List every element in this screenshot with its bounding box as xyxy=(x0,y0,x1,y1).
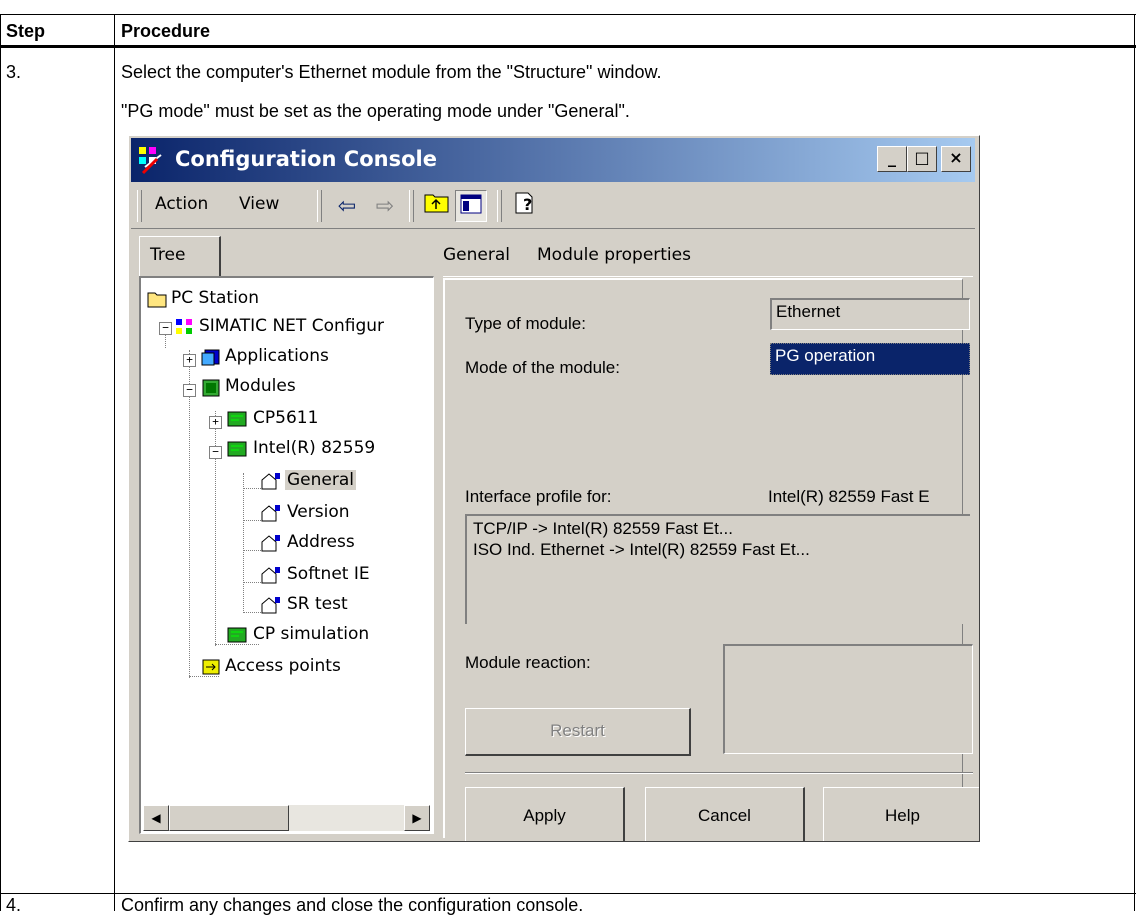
column-divider xyxy=(114,14,115,911)
step-3-instruction-1: Select the computer's Ethernet module fr… xyxy=(121,62,662,82)
separator xyxy=(465,772,973,774)
apply-button[interactable]: Apply xyxy=(465,787,625,841)
collapse-toggle[interactable]: − xyxy=(183,384,196,397)
tree-item-version[interactable]: Version xyxy=(287,502,350,522)
step-3-instruction-2: "PG mode" must be set as the operating m… xyxy=(121,101,630,121)
properties-icon xyxy=(261,597,280,614)
up-folder-icon[interactable] xyxy=(421,190,453,222)
tree-item-sr-test[interactable]: SR test xyxy=(287,594,348,614)
reaction-label: Module reaction: xyxy=(465,653,591,672)
mode-select[interactable]: PG operation xyxy=(770,343,970,375)
tree-line xyxy=(243,473,244,613)
configuration-console-window: Configuration Console _ □ × Action View … xyxy=(128,135,980,842)
type-label: Type of module: xyxy=(465,314,586,333)
reaction-box xyxy=(723,644,973,754)
interface-value: Intel(R) 82559 Fast E xyxy=(768,487,930,506)
tree-item-general[interactable]: General xyxy=(285,470,356,490)
tree-item-pc-station[interactable]: PC Station xyxy=(171,288,259,308)
tree-line xyxy=(243,582,263,583)
modules-icon xyxy=(202,379,220,397)
tree-item-applications[interactable]: Applications xyxy=(225,346,329,366)
toolbar-grip[interactable] xyxy=(137,190,142,222)
svg-text:?: ? xyxy=(523,195,532,214)
tree-view: PC Station − SIMATIC NET Configur + Appl… xyxy=(139,276,434,834)
back-arrow-icon[interactable]: ⇦ xyxy=(331,190,363,222)
close-button[interactable]: × xyxy=(941,146,971,172)
properties-icon xyxy=(261,535,280,552)
mode-label: Mode of the module: xyxy=(465,358,620,377)
tree-line xyxy=(189,350,190,678)
header-procedure: Procedure xyxy=(121,21,211,41)
help-icon[interactable]: ? xyxy=(509,190,541,222)
tree-item-softnet-ie[interactable]: Softnet IE xyxy=(287,564,370,584)
restart-button[interactable]: Restart xyxy=(465,708,691,756)
table-right-border xyxy=(1134,14,1135,911)
tab-general[interactable]: General xyxy=(443,245,510,265)
minimize-button[interactable]: _ xyxy=(877,146,907,172)
collapse-toggle[interactable]: − xyxy=(209,446,222,459)
table-left-border xyxy=(0,14,1,911)
properties-icon xyxy=(261,567,280,584)
folder-icon xyxy=(147,292,167,308)
help-button[interactable]: Help xyxy=(823,787,979,841)
window-title: Configuration Console xyxy=(175,147,437,171)
tree-line xyxy=(243,488,263,489)
tree-item-cp-simulation[interactable]: CP simulation xyxy=(253,624,369,644)
module-properties-panel: Type of module: Ethernet Mode of the mod… xyxy=(443,278,979,841)
forward-arrow-icon[interactable]: ⇨ xyxy=(369,190,401,222)
step-4-instruction: Confirm any changes and close the config… xyxy=(121,895,584,915)
network-config-icon xyxy=(176,319,192,334)
tree-line xyxy=(243,520,263,521)
interface-label: Interface profile for: xyxy=(465,487,612,506)
tree-item-simatic-net[interactable]: SIMATIC NET Configur xyxy=(199,316,384,336)
header-divider xyxy=(0,45,1136,48)
module-card-icon xyxy=(227,627,247,643)
properties-icon xyxy=(261,473,280,490)
tree-item-address[interactable]: Address xyxy=(287,532,355,552)
collapse-toggle[interactable]: − xyxy=(159,322,172,335)
tree-line xyxy=(189,676,219,677)
toolbar-grip-2[interactable] xyxy=(317,190,322,222)
expand-toggle[interactable]: + xyxy=(209,416,222,429)
module-card-icon xyxy=(227,411,247,427)
scroll-thumb[interactable] xyxy=(169,805,289,831)
step-number-4: 4. xyxy=(6,895,22,915)
tab-tree[interactable]: Tree xyxy=(139,236,221,276)
applications-icon xyxy=(201,349,220,366)
toolbar-grip-3 xyxy=(409,190,414,222)
maximize-button[interactable]: □ xyxy=(907,146,937,172)
scroll-right-icon[interactable]: ▶ xyxy=(404,805,430,831)
tree-item-cp5611[interactable]: CP5611 xyxy=(253,408,318,428)
expand-toggle[interactable]: + xyxy=(183,354,196,367)
title-bar[interactable]: Configuration Console _ □ × xyxy=(131,138,975,182)
tab-module-properties[interactable]: Module properties xyxy=(537,245,691,265)
menu-action[interactable]: Action xyxy=(155,194,208,214)
scroll-left-icon[interactable]: ◀ xyxy=(143,805,169,831)
row-divider xyxy=(0,893,1136,894)
property-tabs: General Module properties xyxy=(443,236,973,277)
toolbar-grip-4 xyxy=(497,190,502,222)
tree-line xyxy=(243,550,263,551)
cancel-button[interactable]: Cancel xyxy=(645,787,805,841)
type-field: Ethernet xyxy=(770,298,970,330)
step-number-3: 3. xyxy=(6,62,22,82)
menu-view[interactable]: View xyxy=(239,194,279,214)
interface-profile-list[interactable]: TCP/IP -> Intel(R) 82559 Fast Et... ISO … xyxy=(465,514,970,624)
list-item[interactable]: ISO Ind. Ethernet -> Intel(R) 82559 Fast… xyxy=(473,539,964,560)
properties-icon xyxy=(261,505,280,522)
tree-item-intel-82559[interactable]: Intel(R) 82559 xyxy=(253,438,375,458)
tree-line xyxy=(243,612,263,613)
list-item[interactable]: TCP/IP -> Intel(R) 82559 Fast Et... xyxy=(473,518,964,539)
tree-item-modules[interactable]: Modules xyxy=(225,376,296,396)
tree-line xyxy=(215,644,259,645)
module-card-icon xyxy=(227,441,247,457)
app-icon xyxy=(139,147,162,175)
header-step: Step xyxy=(6,21,46,41)
show-tree-icon[interactable] xyxy=(455,190,487,222)
tree-item-access-points[interactable]: Access points xyxy=(225,656,341,676)
table-top-border xyxy=(0,14,1136,15)
toolbar: Action View ⇦ ⇨ ? xyxy=(131,184,975,229)
tree-horizontal-scrollbar[interactable]: ◀ ▶ xyxy=(143,805,430,831)
access-points-icon xyxy=(202,659,220,675)
